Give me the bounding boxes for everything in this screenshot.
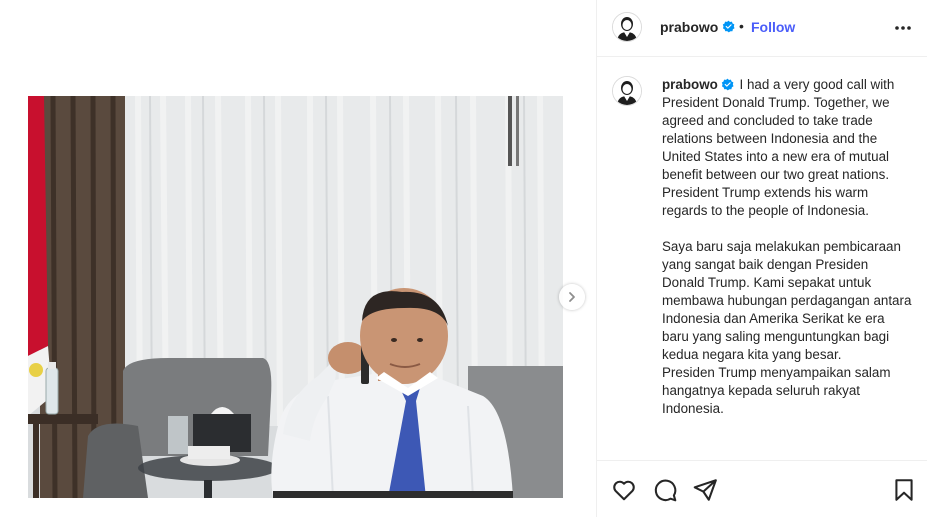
caption-body: I had a very good call with President Do… <box>662 77 912 416</box>
username-link[interactable]: prabowo <box>660 19 718 35</box>
post-sidebar: prabowo • Follow prabowo I had a very go… <box>596 0 927 517</box>
profile-picture <box>613 77 641 105</box>
avatar[interactable] <box>612 12 642 42</box>
heart-icon[interactable] <box>611 477 637 503</box>
follow-button[interactable]: Follow <box>751 19 795 35</box>
next-slide-button[interactable] <box>559 284 585 310</box>
post-photo[interactable] <box>28 96 563 498</box>
media-panel <box>0 0 596 517</box>
post-header: prabowo • Follow <box>597 0 927 57</box>
chevron-right-icon <box>569 292 575 302</box>
comment-icon[interactable] <box>652 477 678 503</box>
avatar[interactable] <box>612 76 642 106</box>
paper-plane-icon[interactable] <box>692 477 718 503</box>
caption: prabowo I had a very good call with Pres… <box>662 76 912 418</box>
photo-illustration <box>28 96 563 498</box>
action-bar <box>597 460 927 517</box>
more-options-icon[interactable] <box>893 18 913 38</box>
verified-badge-icon <box>721 78 734 91</box>
caption-username-link[interactable]: prabowo <box>662 77 718 92</box>
profile-picture <box>613 13 641 41</box>
caption-area: prabowo I had a very good call with Pres… <box>597 57 927 460</box>
bookmark-icon[interactable] <box>891 477 917 503</box>
verified-badge-icon <box>722 20 735 33</box>
separator-dot: • <box>739 18 744 34</box>
